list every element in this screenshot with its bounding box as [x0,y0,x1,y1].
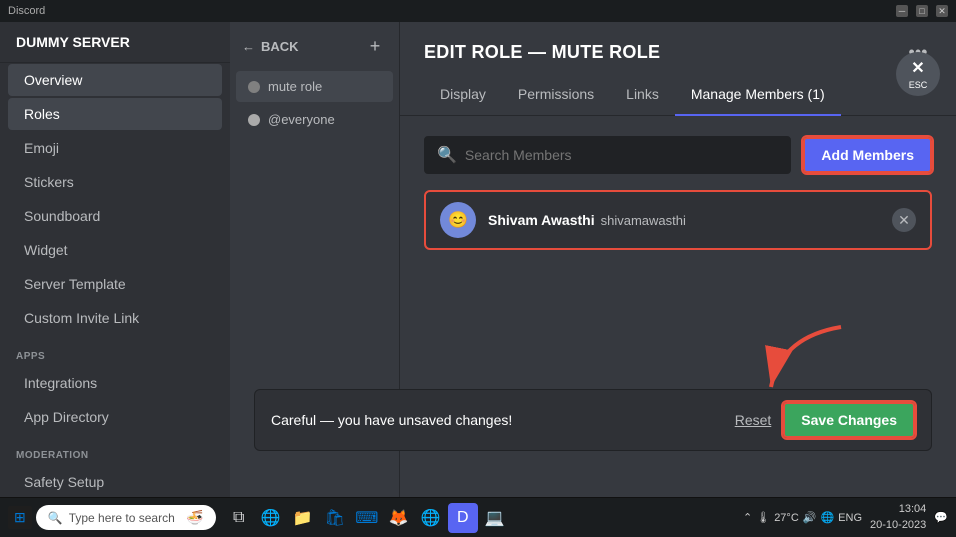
windows-logo-icon: ⊞ [14,509,26,526]
tab-links[interactable]: Links [610,74,675,116]
member-name: Shivam Awasthi [488,212,595,228]
search-input[interactable] [465,147,779,163]
bottom-bar-actions: Reset Save Changes [735,402,915,438]
esc-x-icon: ✕ [911,58,924,78]
sidebar-item-safety-setup[interactable]: Safety Setup [8,466,222,497]
taskbar-search-icon: 🔍 [48,511,63,525]
discord-taskbar-button[interactable]: D [448,503,478,533]
sidebar-item-overview[interactable]: Overview [8,64,222,96]
taskbar-right: ⌃ 🌡 27°C 🔊 🌐 ENG 13:04 20-10-2023 💬 [743,502,948,533]
tabs: Display Permissions Links Manage Members… [400,74,956,116]
avatar: 😊 [440,202,476,238]
file-explorer-button[interactable]: 📁 [288,503,318,533]
member-username: shivamawasthi [601,213,686,228]
role-dot [248,114,260,126]
firefox-button[interactable]: 🦊 [384,503,414,533]
taskbar-bing-icon: 🍜 [186,509,203,526]
add-role-button[interactable]: + [363,34,387,58]
role-item-mute[interactable]: mute role [236,71,393,102]
tab-manage-members[interactable]: Manage Members (1) [675,74,841,116]
sidebar-item-integrations[interactable]: Integrations [8,367,222,399]
add-members-button[interactable]: Add Members [803,137,932,173]
taskbar: ⊞ 🔍 Type here to search 🍜 ⧉ 🌐 📁 🛍 ⌨ 🦊 🌐 … [0,497,956,537]
browser-edge-button[interactable]: 🌐 [256,503,286,533]
apps-section-label: APPS [0,335,230,366]
sidebar: DUMMY SERVER Overview Roles Emoji Sticke… [0,22,230,497]
bottom-bar-wrapper: Careful — you have unsaved changes! Rese… [230,389,956,451]
bottom-bar: Careful — you have unsaved changes! Rese… [254,389,932,451]
search-add-row: 🔍 Add Members [424,136,932,174]
taskbar-search-label: Type here to search [69,511,175,525]
taskbar-icons: ⧉ 🌐 📁 🛍 ⌨ 🦊 🌐 D 💻 [224,503,510,533]
sidebar-item-app-directory[interactable]: App Directory [8,401,222,433]
server-name: DUMMY SERVER [0,22,230,63]
role-item-everyone[interactable]: @everyone [236,104,393,135]
notification-button[interactable]: 💬 [934,511,948,524]
sidebar-item-custom-invite-link[interactable]: Custom Invite Link [8,302,222,334]
unsaved-text: Careful — you have unsaved changes! [271,412,512,428]
member-info: Shivam Awasthi shivamawasthi [488,212,880,228]
esc-label: ESC [909,80,928,90]
sidebar-item-widget[interactable]: Widget [8,234,222,266]
vscode-button[interactable]: ⌨ [352,503,382,533]
task-view-button[interactable]: ⧉ [224,503,254,533]
sidebar-item-stickers[interactable]: Stickers [8,166,222,198]
app-title: Discord [8,5,45,17]
maximize-button[interactable]: □ [916,5,928,17]
sidebar-item-server-template[interactable]: Server Template [8,268,222,300]
sidebar-item-emoji[interactable]: Emoji [8,132,222,164]
save-changes-button[interactable]: Save Changes [783,402,915,438]
remove-member-button[interactable]: ✕ [892,208,916,232]
sidebar-item-soundboard[interactable]: Soundboard [8,200,222,232]
role-editor-header: EDIT ROLE — MUTE ROLE ••• [400,22,956,66]
role-editor-title: EDIT ROLE — MUTE ROLE [424,42,660,63]
role-dot [248,81,260,93]
start-button[interactable]: ⊞ [8,506,32,529]
clock: 13:04 20-10-2023 [870,502,926,533]
reset-button[interactable]: Reset [735,412,772,428]
back-arrow-icon: ← [242,39,255,54]
title-bar: Discord ─ □ ✕ [0,0,956,22]
system-tray[interactable]: ⌃ 🌡 27°C 🔊 🌐 ENG [743,511,862,524]
tab-permissions[interactable]: Permissions [502,74,610,116]
moderation-section-label: MODERATION [0,434,230,465]
member-row: 😊 Shivam Awasthi shivamawasthi ✕ [424,190,932,250]
search-box[interactable]: 🔍 [424,136,791,174]
terminal-button[interactable]: 💻 [480,503,510,533]
roles-panel-header: ← BACK + [230,34,399,70]
chrome-button[interactable]: 🌐 [416,503,446,533]
back-button[interactable]: ← BACK [242,39,299,54]
minimize-button[interactable]: ─ [896,5,908,17]
taskbar-search-box[interactable]: 🔍 Type here to search 🍜 [36,505,216,530]
search-icon: 🔍 [437,145,457,165]
sidebar-item-roles[interactable]: Roles [8,98,222,130]
close-button[interactable]: ✕ [936,5,948,17]
tab-display[interactable]: Display [424,74,502,116]
window-controls: ─ □ ✕ [896,5,948,17]
store-button[interactable]: 🛍 [320,503,350,533]
esc-button[interactable]: ✕ ESC [896,52,940,96]
